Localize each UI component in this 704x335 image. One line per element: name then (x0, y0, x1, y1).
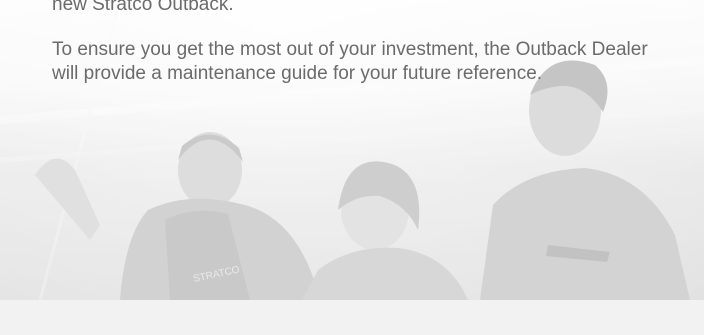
maintenance-guide-paragraph: To ensure you get the most out of your i… (52, 39, 648, 84)
hero-photo-background: STRATCO new Stratco Outback. To ensure y… (0, 0, 704, 300)
bottom-band (0, 300, 704, 335)
intro-paragraph-1: new Stratco Outback. (52, 0, 234, 15)
